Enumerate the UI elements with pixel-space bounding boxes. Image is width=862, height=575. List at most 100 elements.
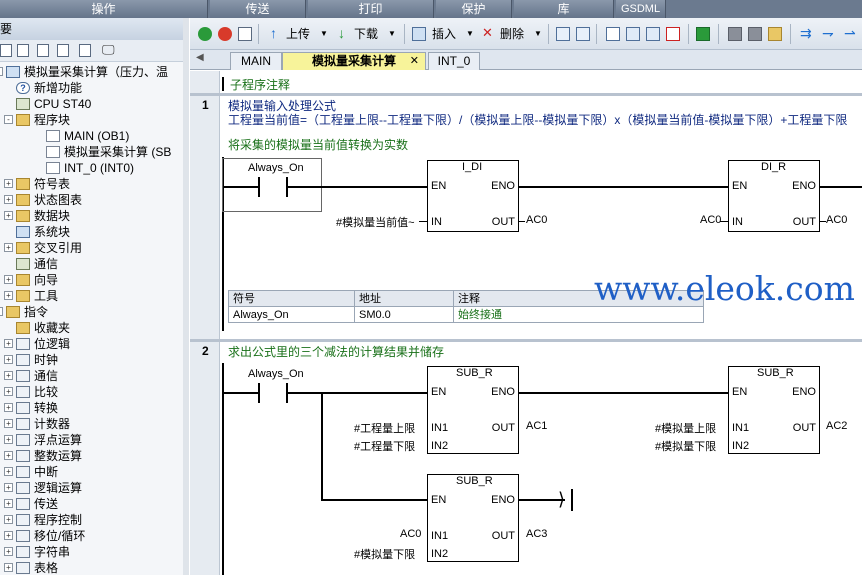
tree-item[interactable]: 向导 <box>34 272 58 288</box>
tree-expand-toggle-icon[interactable]: + <box>4 339 13 348</box>
close-tab-icon[interactable]: ✕ <box>410 53 419 70</box>
download-button[interactable]: 下载 <box>354 25 378 43</box>
tree-item[interactable]: 收藏夹 <box>34 320 70 336</box>
tree-expand-toggle-icon[interactable]: + <box>4 435 13 444</box>
tree-expand-toggle-icon[interactable]: + <box>4 195 13 204</box>
tree-item[interactable]: 新增功能 <box>34 80 82 96</box>
lock-icon[interactable] <box>728 27 742 41</box>
network-icon[interactable] <box>556 27 570 41</box>
tree-item[interactable]: 指令 <box>24 304 48 320</box>
operand-out[interactable]: AC0 <box>526 214 547 226</box>
tree-expand-toggle-icon[interactable]: + <box>4 515 13 524</box>
delete-dropdown-icon[interactable]: ▼ <box>534 25 542 43</box>
tree-item[interactable]: 模拟量采集计算 (SB <box>64 144 171 160</box>
branch-up-icon[interactable] <box>626 27 640 41</box>
tree-item[interactable]: 符号表 <box>34 176 70 192</box>
tab-analog-calc[interactable]: 模拟量采集计算 ✕ <box>282 52 426 70</box>
operand-in[interactable]: #模拟量当前值~ <box>336 214 415 230</box>
tree-item[interactable]: 交叉引用 <box>34 240 82 256</box>
tree-item[interactable]: 比较 <box>34 384 58 400</box>
tab-operation[interactable]: 操作 <box>0 0 208 18</box>
network-1-comment[interactable]: 将采集的模拟量当前值转换为实数 <box>228 136 408 153</box>
tree-item[interactable]: 通信 <box>34 368 58 384</box>
tree-view-icon[interactable] <box>0 44 12 57</box>
tree-item[interactable]: 计数器 <box>34 416 70 432</box>
tree-item[interactable]: 浮点运算 <box>34 432 82 448</box>
i-di-box[interactable]: I_DI EN ENO IN OUT <box>427 160 519 232</box>
tree-item[interactable]: 整数运算 <box>34 448 82 464</box>
network-1-formula[interactable]: 工程量当前值=（工程量上限--工程量下限）/（模拟量上限--模拟量下限）x（模拟… <box>228 111 847 128</box>
tree-item[interactable]: 表格 <box>34 560 58 575</box>
grid-icon[interactable] <box>576 27 590 41</box>
tree-item[interactable]: MAIN (OB1) <box>64 128 129 144</box>
compile-icon[interactable] <box>238 27 252 41</box>
operand-out[interactable]: AC0 <box>826 214 847 226</box>
upload-dropdown-icon[interactable]: ▼ <box>320 25 328 43</box>
tree-expand-toggle-icon[interactable]: + <box>4 483 13 492</box>
tree-item[interactable]: 状态图表 <box>34 192 82 208</box>
sub-r-box-3[interactable]: SUB_R EN ENO IN1 OUT IN2 <box>427 474 519 562</box>
di-r-box[interactable]: DI_R EN ENO IN OUT <box>728 160 820 232</box>
tree-expand-toggle-icon[interactable]: + <box>4 243 13 252</box>
tree-expand-toggle-icon[interactable]: + <box>4 371 13 380</box>
tree-item[interactable]: 工具 <box>34 288 58 304</box>
tree-item[interactable]: 程序控制 <box>34 512 82 528</box>
sub-r-box-2[interactable]: SUB_R EN ENO IN1 OUT IN2 <box>728 366 820 454</box>
ladder-editor[interactable]: 子程序注释 1 模拟量输入处理公式 工程量当前值=（工程量上限--工程量下限）/… <box>190 71 862 575</box>
table-view-icon[interactable] <box>17 44 29 57</box>
operand-in1[interactable]: #模拟量上限 <box>655 420 716 436</box>
tab-protect[interactable]: 保护 <box>436 0 512 18</box>
branch-line-icon[interactable]: ⇀ <box>844 26 858 41</box>
operand-out[interactable]: AC1 <box>526 420 547 432</box>
tab-int0[interactable]: INT_0 <box>428 52 480 70</box>
box-icon[interactable] <box>606 27 620 41</box>
operand-in[interactable]: AC0 <box>700 214 721 226</box>
list-view-icon[interactable] <box>37 44 49 57</box>
tree-expand-toggle-icon[interactable]: + <box>4 451 13 460</box>
tree-item[interactable]: 字符串 <box>34 544 70 560</box>
tree-item[interactable]: 转换 <box>34 400 58 416</box>
tree-expand-toggle-icon[interactable]: + <box>4 563 13 572</box>
tree-item[interactable]: 通信 <box>34 256 58 272</box>
document-icon[interactable] <box>57 44 69 57</box>
tree-item[interactable]: CPU ST40 <box>34 96 91 112</box>
insert-button[interactable]: 插入 <box>432 25 456 43</box>
tab-print[interactable]: 打印 <box>308 0 434 18</box>
operand-in1[interactable]: AC0 <box>400 528 421 540</box>
tab-transfer[interactable]: 传送 <box>210 0 306 18</box>
tabs-scroll-left-icon[interactable]: ◀ <box>196 52 204 63</box>
subroutine-comment[interactable]: 子程序注释 <box>230 76 290 93</box>
delete-button[interactable]: 删除 <box>500 25 524 43</box>
operand-in2[interactable]: #工程量下限 <box>354 438 415 454</box>
tree-item[interactable]: 系统块 <box>34 224 70 240</box>
tree-item[interactable]: 时钟 <box>34 352 58 368</box>
tab-library[interactable]: 库 <box>514 0 614 18</box>
left-panel-scrollbar[interactable] <box>183 18 189 575</box>
tree-expand-toggle-icon[interactable]: - <box>4 115 13 124</box>
tree-item[interactable]: 数据块 <box>34 208 70 224</box>
tree-item[interactable]: 传送 <box>34 496 58 512</box>
operand-out[interactable]: AC2 <box>826 420 847 432</box>
network-2-title[interactable]: 求出公式里的三个减法的计算结果并储存 <box>228 343 444 360</box>
tree-expand-toggle-icon[interactable]: + <box>4 387 13 396</box>
tree-expand-toggle-icon[interactable]: + <box>4 275 13 284</box>
branch-down-icon[interactable] <box>646 27 660 41</box>
tree-expand-toggle-icon[interactable]: + <box>4 179 13 188</box>
tree-expand-toggle-icon[interactable]: - <box>0 67 3 76</box>
tree-expand-toggle-icon[interactable]: - <box>0 307 3 316</box>
unlock-icon[interactable] <box>748 27 762 41</box>
tree-expand-toggle-icon[interactable]: + <box>4 419 13 428</box>
upload-button[interactable]: 上传 <box>286 25 310 43</box>
tree-expand-toggle-icon[interactable]: + <box>4 531 13 540</box>
tree-expand-toggle-icon[interactable]: + <box>4 291 13 300</box>
branch-down-right-icon[interactable]: ⇁ <box>822 26 836 41</box>
tab-main[interactable]: MAIN <box>230 52 282 70</box>
tree-expand-toggle-icon[interactable]: + <box>4 211 13 220</box>
tree-expand-toggle-icon[interactable]: + <box>4 403 13 412</box>
properties-icon[interactable] <box>79 44 91 57</box>
goto-icon[interactable] <box>696 27 710 41</box>
folder-plus-icon[interactable] <box>768 27 782 41</box>
operand-in2[interactable]: #模拟量下限 <box>354 546 415 562</box>
tree-item[interactable]: 逻辑运算 <box>34 480 82 496</box>
tree-item[interactable]: 模拟量采集计算（压力、温 <box>24 64 168 80</box>
